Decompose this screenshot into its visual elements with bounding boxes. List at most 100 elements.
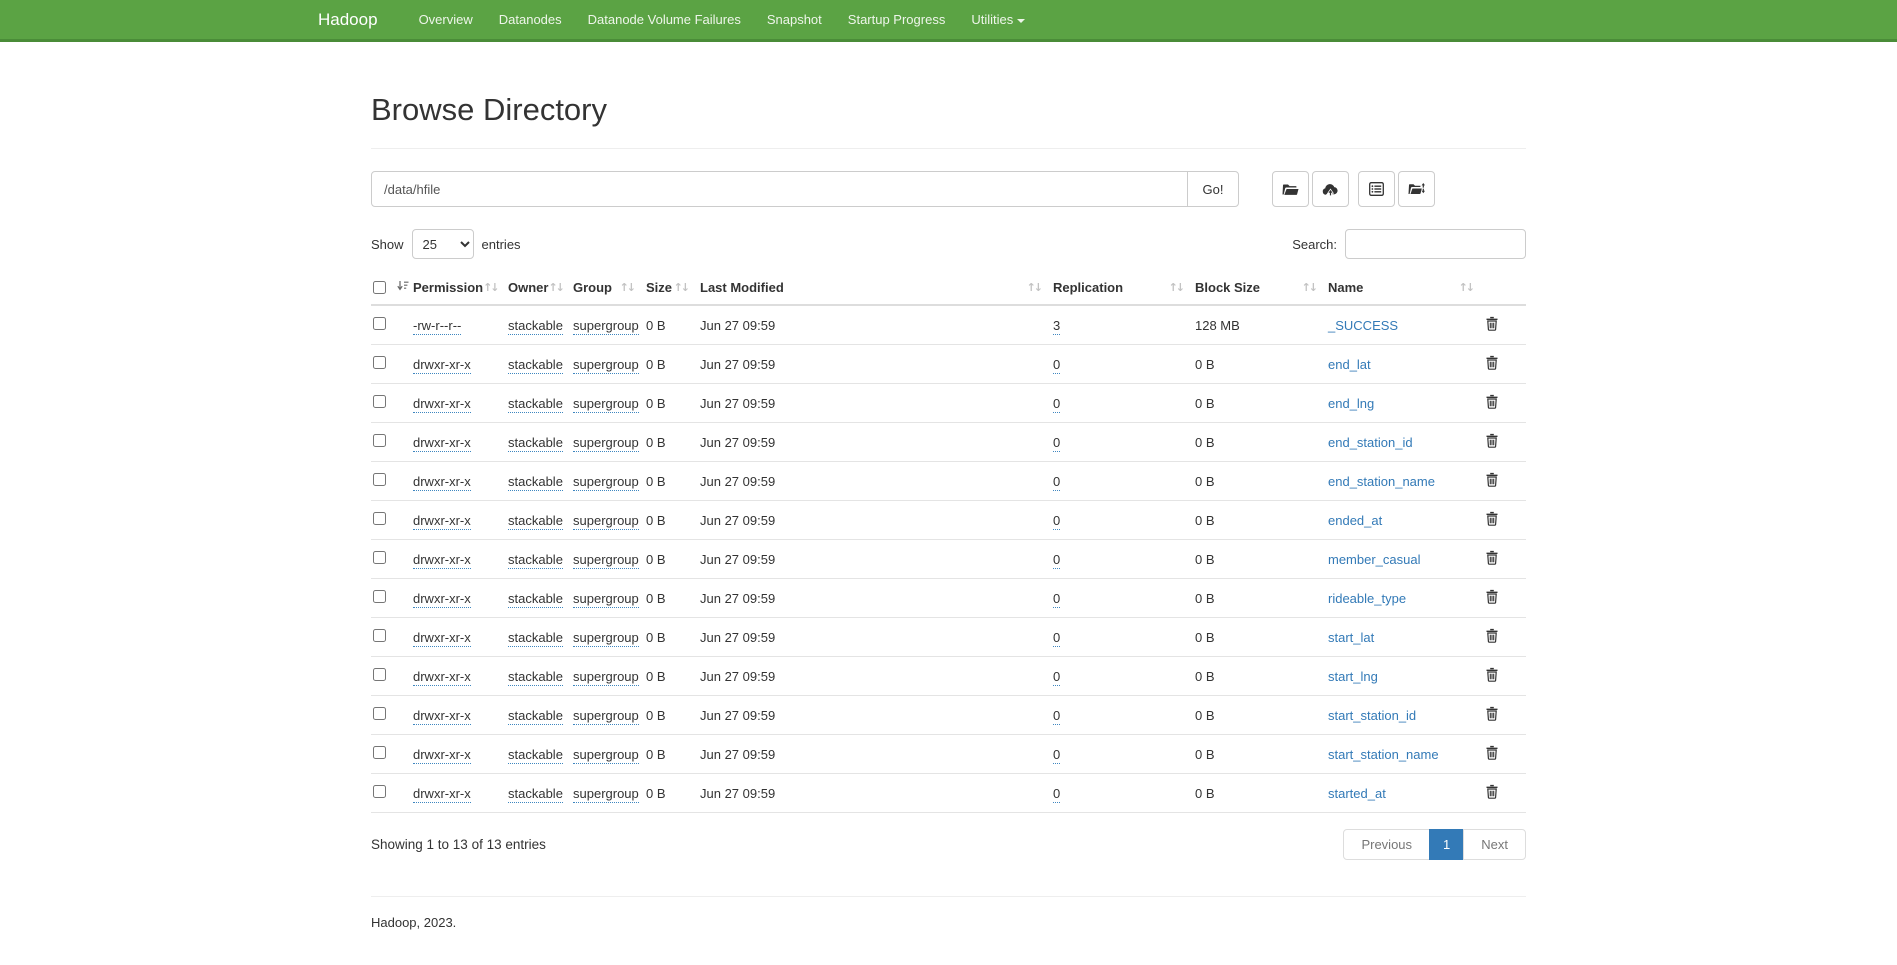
- nav-link-utilities-dropdown[interactable]: Utilities: [958, 0, 1038, 39]
- permission-value[interactable]: drwxr-xr-x: [413, 513, 471, 530]
- file-name-link[interactable]: _SUCCESS: [1328, 318, 1398, 333]
- owner-value[interactable]: stackable: [508, 591, 563, 608]
- owner-value[interactable]: stackable: [508, 669, 563, 686]
- delete-button[interactable]: [1485, 667, 1499, 685]
- permission-value[interactable]: -rw-r--r--: [413, 318, 461, 335]
- group-value[interactable]: supergroup: [573, 474, 639, 491]
- file-name-link[interactable]: ended_at: [1328, 513, 1382, 528]
- group-value[interactable]: supergroup: [573, 396, 639, 413]
- replication-value[interactable]: 3: [1053, 318, 1060, 335]
- sort-both-icon[interactable]: ↑↓: [1302, 281, 1316, 294]
- replication-value[interactable]: 0: [1053, 513, 1060, 530]
- navbar-brand[interactable]: Hadoop: [318, 10, 378, 30]
- owner-value[interactable]: stackable: [508, 357, 563, 374]
- delete-button[interactable]: [1485, 745, 1499, 763]
- group-value[interactable]: supergroup: [573, 591, 639, 608]
- owner-value[interactable]: stackable: [508, 630, 563, 647]
- delete-button[interactable]: [1485, 394, 1499, 412]
- replication-value[interactable]: 0: [1053, 435, 1060, 452]
- group-value[interactable]: supergroup: [573, 357, 639, 374]
- replication-value[interactable]: 0: [1053, 708, 1060, 725]
- file-name-link[interactable]: start_station_name: [1328, 747, 1439, 762]
- delete-button[interactable]: [1485, 550, 1499, 568]
- permission-value[interactable]: drwxr-xr-x: [413, 669, 471, 686]
- sort-both-icon[interactable]: ↑↓: [1169, 281, 1183, 294]
- file-name-link[interactable]: start_lng: [1328, 669, 1378, 684]
- owner-value[interactable]: stackable: [508, 513, 563, 530]
- permission-value[interactable]: drwxr-xr-x: [413, 708, 471, 725]
- group-value[interactable]: supergroup: [573, 513, 639, 530]
- previous-page-button[interactable]: Previous: [1343, 829, 1430, 860]
- delete-button[interactable]: [1485, 589, 1499, 607]
- delete-button[interactable]: [1485, 355, 1499, 373]
- owner-value[interactable]: stackable: [508, 396, 563, 413]
- row-checkbox[interactable]: [373, 317, 386, 330]
- permission-value[interactable]: drwxr-xr-x: [413, 630, 471, 647]
- group-value[interactable]: supergroup: [573, 669, 639, 686]
- select-all-header[interactable]: [371, 275, 411, 305]
- create-directory-button[interactable]: [1272, 171, 1309, 207]
- permission-value[interactable]: drwxr-xr-x: [413, 552, 471, 569]
- sort-both-icon[interactable]: ↑↓: [483, 281, 497, 294]
- file-name-link[interactable]: start_lat: [1328, 630, 1374, 645]
- column-header-permission[interactable]: Permission↑↓: [411, 275, 506, 305]
- row-checkbox[interactable]: [373, 707, 386, 720]
- column-header-last-modified[interactable]: Last Modified↑↓: [698, 275, 1051, 305]
- permission-value[interactable]: drwxr-xr-x: [413, 747, 471, 764]
- delete-button[interactable]: [1485, 316, 1499, 334]
- row-checkbox[interactable]: [373, 629, 386, 642]
- replication-value[interactable]: 0: [1053, 669, 1060, 686]
- file-name-link[interactable]: end_lat: [1328, 357, 1371, 372]
- row-checkbox[interactable]: [373, 668, 386, 681]
- sort-both-icon[interactable]: ↑↓: [674, 281, 688, 294]
- permission-value[interactable]: drwxr-xr-x: [413, 591, 471, 608]
- permission-value[interactable]: drwxr-xr-x: [413, 396, 471, 413]
- group-value[interactable]: supergroup: [573, 630, 639, 647]
- sort-both-icon[interactable]: ↑↓: [1027, 281, 1041, 294]
- replication-value[interactable]: 0: [1053, 396, 1060, 413]
- row-checkbox[interactable]: [373, 473, 386, 486]
- replication-value[interactable]: 0: [1053, 630, 1060, 647]
- sort-both-icon[interactable]: ↑↓: [1459, 281, 1473, 294]
- file-name-link[interactable]: rideable_type: [1328, 591, 1406, 606]
- delete-button[interactable]: [1485, 628, 1499, 646]
- delete-button[interactable]: [1485, 784, 1499, 802]
- owner-value[interactable]: stackable: [508, 474, 563, 491]
- column-header-size[interactable]: Size↑↓: [644, 275, 698, 305]
- group-value[interactable]: supergroup: [573, 708, 639, 725]
- row-checkbox[interactable]: [373, 551, 386, 564]
- page-length-select[interactable]: 25: [412, 229, 474, 259]
- row-checkbox[interactable]: [373, 590, 386, 603]
- column-header-replication[interactable]: Replication↑↓: [1051, 275, 1193, 305]
- column-header-block-size[interactable]: Block Size↑↓: [1193, 275, 1326, 305]
- group-value[interactable]: supergroup: [573, 786, 639, 803]
- row-checkbox[interactable]: [373, 356, 386, 369]
- move-to-trash-toggle-button[interactable]: [1398, 171, 1435, 207]
- owner-value[interactable]: stackable: [508, 552, 563, 569]
- owner-value[interactable]: stackable: [508, 708, 563, 725]
- directory-path-input[interactable]: [371, 171, 1188, 207]
- row-checkbox[interactable]: [373, 785, 386, 798]
- upload-files-button[interactable]: [1312, 171, 1349, 207]
- select-all-checkbox[interactable]: [373, 281, 386, 294]
- file-name-link[interactable]: member_casual: [1328, 552, 1421, 567]
- column-header-name[interactable]: Name↑↓: [1326, 275, 1483, 305]
- nav-link-startup-progress[interactable]: Startup Progress: [835, 0, 959, 39]
- nav-link-snapshot[interactable]: Snapshot: [754, 0, 835, 39]
- next-page-button[interactable]: Next: [1463, 829, 1526, 860]
- page-1-button[interactable]: 1: [1429, 829, 1464, 860]
- group-value[interactable]: supergroup: [573, 747, 639, 764]
- nav-link-datanode-volume-failures[interactable]: Datanode Volume Failures: [575, 0, 754, 39]
- permission-value[interactable]: drwxr-xr-x: [413, 435, 471, 452]
- row-checkbox[interactable]: [373, 512, 386, 525]
- replication-value[interactable]: 0: [1053, 357, 1060, 374]
- delete-button[interactable]: [1485, 511, 1499, 529]
- owner-value[interactable]: stackable: [508, 747, 563, 764]
- file-name-link[interactable]: start_station_id: [1328, 708, 1416, 723]
- owner-value[interactable]: stackable: [508, 786, 563, 803]
- row-checkbox[interactable]: [373, 395, 386, 408]
- file-name-link[interactable]: end_station_name: [1328, 474, 1435, 489]
- delete-button[interactable]: [1485, 706, 1499, 724]
- owner-value[interactable]: stackable: [508, 318, 563, 335]
- nav-link-overview[interactable]: Overview: [406, 0, 486, 39]
